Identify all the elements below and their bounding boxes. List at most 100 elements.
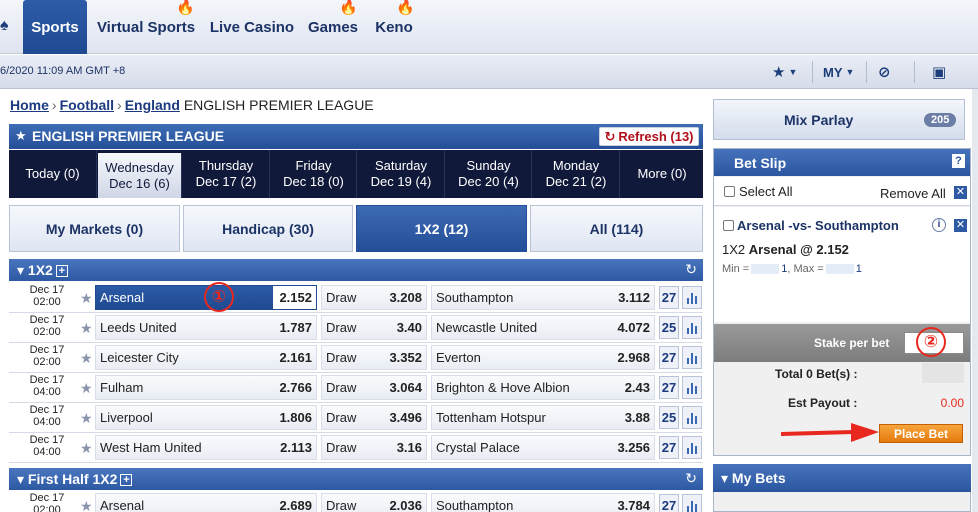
my-bets-header[interactable]: ▾ My Bets xyxy=(713,464,971,492)
nav-virtual-sports[interactable]: 🔥 Virtual Sports xyxy=(92,0,200,54)
flame-icon: 🔥 xyxy=(396,0,415,16)
match-row: Dec 17 04:00 ★ Fulham 2.766 Draw 3.064 Brighton… xyxy=(9,373,703,403)
stats-chart-icon[interactable] xyxy=(682,286,702,309)
home-odds-cell[interactable]: Fulham 2.766 xyxy=(95,375,317,400)
selection-checkbox[interactable] xyxy=(723,220,734,231)
star-icon[interactable]: ★ xyxy=(15,128,27,144)
help-icon[interactable]: ? xyxy=(952,154,965,168)
favorite-star-icon[interactable]: ★ xyxy=(80,440,93,457)
date-tab-wednesday[interactable]: Wednesday Dec 16 (6) xyxy=(98,153,182,198)
draw-odds-cell[interactable]: Draw 3.208 xyxy=(321,285,427,310)
match-datetime: Dec 17 04:00 xyxy=(29,374,65,398)
away-odds-cell[interactable]: Crystal Palace 3.256 xyxy=(431,435,655,460)
favorite-star-icon[interactable]: ★ xyxy=(80,410,93,427)
date-tab-more[interactable]: More (0) xyxy=(621,150,703,198)
draw-odds-cell[interactable]: Draw 2.036 xyxy=(321,493,427,512)
stats-chart-icon[interactable] xyxy=(682,346,702,369)
expand-plus-icon[interactable]: + xyxy=(55,265,68,278)
date-tab-friday[interactable]: Friday Dec 18 (0) xyxy=(271,150,357,198)
draw-odds-cell[interactable]: Draw 3.064 xyxy=(321,375,427,400)
date-tab-thursday[interactable]: Thursday Dec 17 (2) xyxy=(183,150,270,198)
away-odds-cell[interactable]: Newcastle United 4.072 xyxy=(431,315,655,340)
stats-chart-icon[interactable] xyxy=(682,316,702,339)
section-1x2[interactable]: ▾ 1X2 + ↻ xyxy=(9,259,703,281)
refresh-icon[interactable]: ↻ xyxy=(685,261,697,278)
more-markets-count[interactable]: 25 xyxy=(659,406,679,429)
market-tab-handicap[interactable]: Handicap (30) xyxy=(183,205,353,252)
match-row: Dec 17 02:00 ★ Arsenal 2.152 Draw 3.208 Southam… xyxy=(9,283,703,313)
select-all-label: Select All xyxy=(739,184,793,199)
my-menu[interactable]: MY ▼ xyxy=(823,62,854,82)
favorite-star-icon[interactable]: ★ xyxy=(80,350,93,367)
draw-odds-cell[interactable]: Draw 3.352 xyxy=(321,345,427,370)
collapse-icon: ▾ xyxy=(721,470,732,486)
divider xyxy=(812,61,813,83)
match-datetime: Dec 17 02:00 xyxy=(29,314,65,338)
draw-odds-cell[interactable]: Draw 3.40 xyxy=(321,315,427,340)
monitor-icon[interactable]: ▣ xyxy=(932,62,946,82)
expand-plus-icon[interactable]: + xyxy=(120,474,133,487)
away-odds-cell[interactable]: Southampton 3.112 xyxy=(431,285,655,310)
favorite-star-icon[interactable]: ★ xyxy=(80,290,93,307)
nav-games[interactable]: 🔥 Games xyxy=(304,0,362,54)
match-datetime: Dec 17 04:00 xyxy=(29,404,65,428)
breadcrumb-home[interactable]: Home xyxy=(10,97,49,113)
match-row: Dec 17 02:00 ★ Leeds United 1.787 Draw 3.40 New… xyxy=(9,313,703,343)
more-markets-count[interactable]: 27 xyxy=(659,436,679,459)
away-odds-cell[interactable]: Everton 2.968 xyxy=(431,345,655,370)
remove-all-close-icon[interactable]: ✕ xyxy=(954,186,967,199)
remove-all-label[interactable]: Remove All xyxy=(880,186,946,201)
place-bet-button[interactable]: Place Bet xyxy=(879,424,963,443)
favorite-star-icon[interactable]: ★ xyxy=(80,380,93,397)
stats-chart-icon[interactable] xyxy=(682,376,702,399)
draw-odds-cell[interactable]: Draw 3.16 xyxy=(321,435,427,460)
date-tab-today[interactable]: Today (0) xyxy=(9,150,97,198)
home-odds-cell[interactable]: West Ham United 2.113 xyxy=(95,435,317,460)
away-odds-cell[interactable]: Brighton & Hove Albion 2.43 xyxy=(431,375,655,400)
date-tab-sunday[interactable]: Sunday Dec 20 (4) xyxy=(446,150,532,198)
draw-odds-cell[interactable]: Draw 3.496 xyxy=(321,405,427,430)
section-first-half-1x2[interactable]: ▾ First Half 1X2 + ↻ xyxy=(9,468,703,490)
nav-keno[interactable]: 🔥 Keno xyxy=(369,0,419,54)
league-title: ENGLISH PREMIER LEAGUE xyxy=(32,128,225,144)
home-odds-cell[interactable]: Leeds United 1.787 xyxy=(95,315,317,340)
market-tab-my-markets[interactable]: My Markets (0) xyxy=(9,205,180,252)
mix-parlay-button[interactable]: Mix Parlay 205 xyxy=(713,99,965,140)
stats-chart-icon[interactable] xyxy=(682,406,702,429)
refresh-button[interactable]: ↻ Refresh (13) xyxy=(599,127,699,146)
breadcrumb-football[interactable]: Football xyxy=(60,97,114,113)
odds-toggle-icon[interactable]: ⊘ xyxy=(878,62,891,82)
home-odds-cell[interactable]: Leicester City 2.161 xyxy=(95,345,317,370)
home-odds-cell[interactable]: Liverpool 1.806 xyxy=(95,405,317,430)
stats-chart-icon[interactable] xyxy=(682,494,702,512)
date-tab-saturday[interactable]: Saturday Dec 19 (4) xyxy=(358,150,445,198)
partial-nav-icon[interactable]: ♠ xyxy=(0,17,10,35)
more-markets-count[interactable]: 27 xyxy=(659,494,679,512)
bet-slip-header[interactable]: Bet Slip ? xyxy=(714,149,970,176)
more-markets-count[interactable]: 27 xyxy=(659,346,679,369)
favorite-star-icon[interactable]: ★ xyxy=(80,320,93,337)
stats-chart-icon[interactable] xyxy=(682,436,702,459)
away-odds-cell[interactable]: Tottenham Hotspur 3.88 xyxy=(431,405,655,430)
more-markets-count[interactable]: 27 xyxy=(659,376,679,399)
info-icon[interactable]: i xyxy=(932,218,946,232)
refresh-icon[interactable]: ↻ xyxy=(685,470,697,487)
match-datetime: Dec 17 02:00 xyxy=(29,492,65,512)
market-tab-all[interactable]: All (114) xyxy=(530,205,703,252)
more-markets-count[interactable]: 27 xyxy=(659,286,679,309)
favorites-star-icon[interactable]: ★ ▼ xyxy=(772,62,797,82)
mix-parlay-count: 205 xyxy=(924,113,957,127)
nav-sports[interactable]: Sports xyxy=(23,0,87,54)
breadcrumb-england[interactable]: England xyxy=(125,97,180,113)
est-payout-label: Est Payout : xyxy=(788,396,858,410)
more-markets-count[interactable]: 25 xyxy=(659,316,679,339)
remove-selection-close-icon[interactable]: ✕ xyxy=(954,219,967,232)
date-tab-monday[interactable]: Monday Dec 21 (2) xyxy=(533,150,620,198)
select-all-checkbox[interactable] xyxy=(724,186,735,197)
away-odds-cell[interactable]: Southampton 3.784 xyxy=(431,493,655,512)
favorite-star-icon[interactable]: ★ xyxy=(80,498,93,512)
home-odds-cell[interactable]: Arsenal 2.689 xyxy=(95,493,317,512)
market-tab-1x2[interactable]: 1X2 (12) xyxy=(356,205,527,252)
nav-live-casino[interactable]: Live Casino xyxy=(207,0,297,54)
scrollbar[interactable] xyxy=(972,89,978,512)
